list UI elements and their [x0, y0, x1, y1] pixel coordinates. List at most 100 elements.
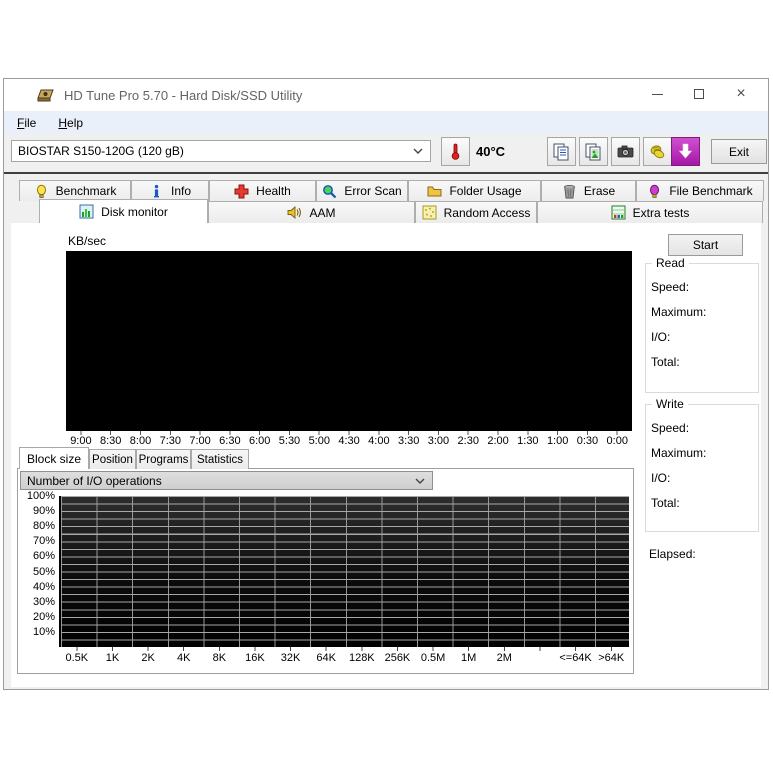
- start-button[interactable]: Start: [668, 234, 743, 256]
- bulb-icon: [36, 184, 46, 198]
- temperature-value: 40°C: [476, 144, 506, 159]
- block-tick: 2M: [496, 652, 512, 664]
- tab-label: Erase: [583, 184, 616, 198]
- info-icon: [153, 184, 159, 197]
- speed-history-chart: [66, 251, 632, 431]
- tab-block-size[interactable]: Block size: [19, 447, 89, 469]
- tab-info[interactable]: Info: [131, 180, 209, 201]
- percent-tick: 90%: [32, 505, 55, 518]
- copy-image-button[interactable]: [579, 137, 608, 166]
- hd-tune-logo-icon: [37, 89, 54, 101]
- magnifier-icon: [323, 184, 337, 198]
- tab-health[interactable]: Health: [209, 180, 316, 201]
- tab-position[interactable]: Position: [89, 449, 136, 469]
- tab-folder-usage[interactable]: Folder Usage: [408, 180, 541, 201]
- tab-benchmark[interactable]: Benchmark: [19, 180, 131, 201]
- copy-text-icon: [553, 143, 569, 161]
- disk-chart-icon: [79, 204, 94, 219]
- time-tick: 0:30: [576, 435, 599, 447]
- tab-error-scan[interactable]: Error Scan: [316, 180, 408, 201]
- exit-button[interactable]: Exit: [711, 139, 767, 164]
- write-panel: Write Speed: Maximum: I/O: Total:: [645, 397, 759, 532]
- time-tick: 4:00: [368, 435, 390, 447]
- minimize-button[interactable]: [636, 81, 678, 107]
- tab-erase[interactable]: Erase: [541, 180, 636, 201]
- device-select-value: BIOSTAR S150-120G (120 gB): [18, 144, 184, 158]
- block-tick: 0.5M: [420, 652, 446, 664]
- window-title: HD Tune Pro 5.70 - Hard Disk/SSD Utility: [64, 87, 303, 103]
- tab-aam[interactable]: AAM: [208, 201, 415, 223]
- metric-select-value: Number of I/O operations: [27, 473, 162, 488]
- camera-icon: [617, 145, 634, 158]
- read-io-label: I/O:: [651, 330, 671, 344]
- tab-random-access[interactable]: Random Access: [415, 201, 537, 223]
- tab-extra-tests[interactable]: Extra tests: [537, 201, 763, 223]
- tab-file-benchmark[interactable]: File Benchmark: [636, 180, 764, 201]
- block-tick: 128K: [348, 652, 375, 664]
- hand-icon: [650, 145, 665, 159]
- time-tick: 1:00: [546, 435, 569, 447]
- read-panel-title: Read: [652, 256, 689, 270]
- tab-label: Extra tests: [632, 205, 690, 220]
- trash-icon: [563, 184, 575, 198]
- block-tick: 1M: [461, 652, 477, 664]
- block-axis-ticks: [59, 647, 629, 651]
- screenshot-button[interactable]: [611, 137, 640, 166]
- block-tick: <=64K: [559, 652, 592, 664]
- read-panel: Read Speed: Maximum: I/O: Total:: [645, 256, 759, 393]
- download-button[interactable]: [671, 137, 700, 166]
- app-window: HD Tune Pro 5.70 - Hard Disk/SSD Utility…: [3, 78, 769, 690]
- time-tick: 5:30: [278, 435, 301, 447]
- time-axis-labels: 9:00 8:30 8:00 7:30 7:00 6:30 6:00 5:30 …: [66, 435, 632, 447]
- read-total-label: Total:: [651, 355, 680, 369]
- percent-tick: 100%: [26, 490, 55, 502]
- tab-label: Info: [170, 184, 191, 198]
- time-tick: 2:00: [487, 435, 509, 447]
- menu-file[interactable]: File: [8, 114, 45, 132]
- tab-label: Benchmark: [55, 184, 117, 198]
- tab-programs[interactable]: Programs: [136, 449, 191, 469]
- block-size-chart: [59, 496, 629, 647]
- copy-text-button[interactable]: [547, 137, 576, 166]
- percent-tick: 40%: [32, 580, 55, 593]
- time-tick: 9:00: [70, 435, 92, 447]
- purple-bulb-icon: [650, 184, 660, 198]
- tab-label: AAM: [309, 205, 336, 220]
- block-tick: 16K: [245, 652, 265, 664]
- download-arrow-icon: [678, 143, 693, 159]
- temperature-button[interactable]: [441, 137, 470, 166]
- tab-statistics[interactable]: Statistics: [191, 449, 249, 469]
- time-tick: 7:00: [189, 435, 211, 447]
- block-tick: [522, 652, 558, 664]
- save-button[interactable]: [643, 137, 672, 166]
- time-tick: 0:00: [606, 435, 628, 447]
- percent-tick: 80%: [32, 520, 55, 533]
- percent-tick: 70%: [32, 535, 55, 548]
- time-tick: 3:30: [397, 435, 420, 447]
- percent-tick: 10%: [32, 625, 55, 638]
- copy-image-icon: [585, 143, 601, 161]
- title-bar: HD Tune Pro 5.70 - Hard Disk/SSD Utility…: [4, 79, 768, 111]
- speaker-icon: [288, 206, 302, 219]
- tab-disk-monitor[interactable]: Disk monitor: [39, 199, 208, 223]
- time-tick: 4:30: [338, 435, 360, 447]
- menu-help[interactable]: Help: [49, 114, 92, 132]
- metric-select[interactable]: Number of I/O operations: [20, 471, 433, 490]
- percent-tick: 20%: [32, 610, 55, 623]
- time-tick: 7:30: [159, 435, 181, 447]
- tab-label: File Benchmark: [669, 184, 753, 198]
- chart-unit-label: KB/sec: [68, 234, 107, 248]
- bottom-tab-strip: Block size Position Programs Statistics: [19, 447, 249, 469]
- block-tick: 1K: [105, 652, 120, 664]
- percent-tick: 30%: [32, 595, 55, 608]
- percent-axis-labels: 100% 90% 80% 70% 60% 50% 40% 30% 20% 10%: [18, 489, 55, 640]
- device-select[interactable]: BIOSTAR S150-120G (120 gB): [11, 140, 431, 162]
- window-controls: ×: [636, 81, 762, 107]
- maximize-button[interactable]: [678, 81, 720, 107]
- block-tick: 256K: [384, 652, 411, 664]
- close-button[interactable]: ×: [720, 81, 762, 107]
- block-size-panel: Number of I/O operations 100% 90% 80% 70…: [17, 468, 634, 674]
- close-icon: ×: [736, 85, 746, 102]
- block-tick: 8K: [212, 652, 227, 664]
- time-tick: 2:30: [457, 435, 479, 447]
